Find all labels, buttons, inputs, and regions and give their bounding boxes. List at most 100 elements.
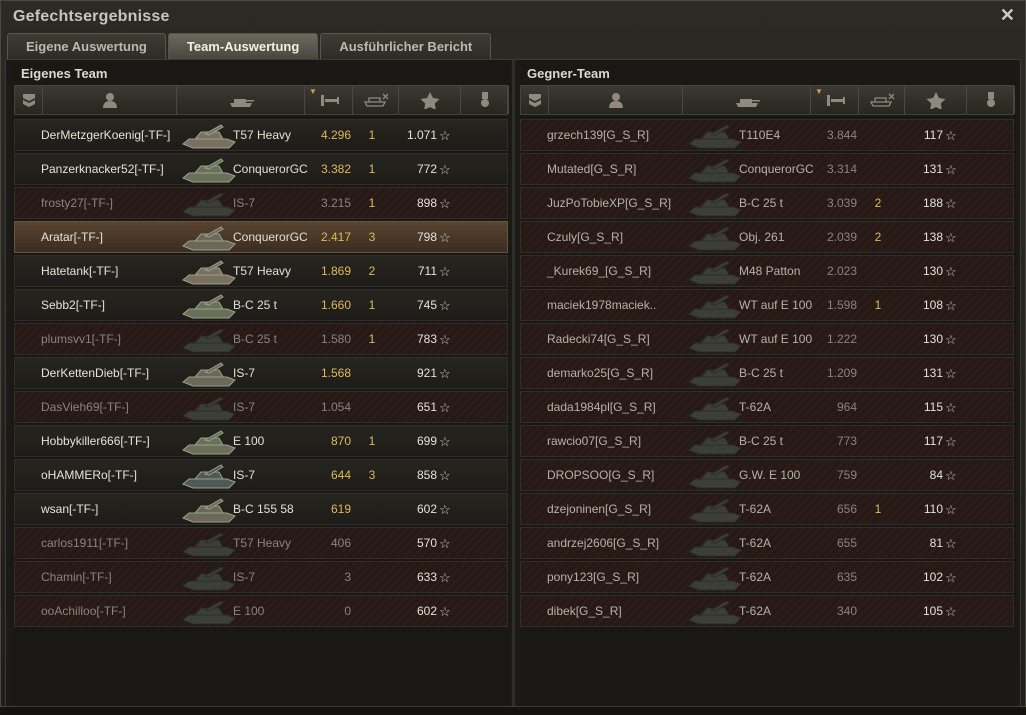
star-icon: ☆ [439,128,451,143]
star-icon: ☆ [945,366,957,381]
player-name: frosty27[-TF-] [41,196,114,210]
tank-name: B-C 25 t [739,196,784,210]
damage-value: 117 [923,128,943,142]
experience-value: 656 [836,502,857,516]
table-row[interactable]: dibek[G_S_R] T-62A 340 105 ☆ [520,595,1014,627]
table-row[interactable]: andrzej2606[G_S_R] T-62A 655 81 ☆ [520,527,1014,559]
tank-icon [179,428,239,456]
star-icon: ☆ [945,128,957,143]
tank-icon [733,91,761,109]
tab-detailed-report[interactable]: Ausführlicher Bericht [320,33,492,59]
experience-value: 2.023 [826,264,857,278]
player-icon [96,91,124,109]
enemy-team-header-player-column[interactable] [549,86,683,114]
table-row[interactable]: pony123[G_S_R] T-62A 635 102 ☆ [520,561,1014,593]
player-name: rawcio07[G_S_R] [547,434,642,448]
table-row[interactable]: dada1984pl[G_S_R] T-62A 964 115 ☆ [520,391,1014,423]
tank-icon [179,462,239,490]
table-row[interactable]: wsan[-TF-] B-C 155 58 619 602 ☆ [14,493,508,525]
player-name: JuzPoTobieXP[G_S_R] [547,196,672,210]
medal-icon [977,91,1005,109]
enemy-team-header-rank-column[interactable] [521,86,549,114]
tank-icon [685,530,745,558]
table-row[interactable]: rawcio07[G_S_R] B-C 25 t 773 117 ☆ [520,425,1014,457]
experience-value: 644 [330,468,351,482]
table-row[interactable]: DerKettenDieb[-TF-] IS-7 1.568 921 ☆ [14,357,508,389]
window-title: Gefechtsergebnisse [13,8,170,25]
own-team-header-xp-column[interactable]: ▼ [305,86,353,114]
tab-own-evaluation[interactable]: Eigene Auswertung [7,33,166,59]
results-content: Eigenes Team ▼ DerMetzgerKoenig[-TF-] T57 … [5,59,1021,707]
player-name: wsan[-TF-] [41,502,99,516]
table-row[interactable]: Sebb2[-TF-] B-C 25 t 1.660 1 745 ☆ [14,289,508,321]
own-team-header-player-column[interactable] [43,86,177,114]
table-row[interactable]: Czuly[G_S_R] Obj. 261 2.039 2 138 ☆ [520,221,1014,253]
table-row[interactable]: grzech139[G_S_R] T110E4 3.844 117 ☆ [520,119,1014,151]
own-team-header-medal-column[interactable] [461,86,509,114]
table-row[interactable]: Panzerknacker52[-TF-] ConquerorGC 3.382 1 77… [14,153,508,185]
damage-value: 711 [417,264,437,278]
tab-team-evaluation[interactable]: Team-Auswertung [167,33,319,59]
table-row[interactable]: plumsvv1[-TF-] B-C 25 t 1.580 1 783 ☆ [14,323,508,355]
own-team-panel: Eigenes Team ▼ DerMetzgerKoenig[-TF-] T57 … [12,60,510,706]
enemy-team-player-list: grzech139[G_S_R] T110E4 3.844 117 ☆ Mutated[G… [520,119,1014,629]
table-row[interactable]: Aratar[-TF-] ConquerorGC 2.417 3 798 ☆ [14,221,508,253]
table-row[interactable]: Hobbykiller666[-TF-] E 100 870 1 699 ☆ [14,425,508,457]
tank-name: B-C 25 t [739,366,784,380]
table-row[interactable]: DerMetzgerKoenig[-TF-] T57 Heavy 4.296 1 1.0… [14,119,508,151]
player-name: pony123[G_S_R] [547,570,640,584]
player-name: maciek1978maciek.. [547,298,657,312]
tank-icon [685,156,745,184]
star-icon: ☆ [439,434,451,449]
star-icon [416,91,444,109]
table-row[interactable]: Chamin[-TF-] IS-7 3 633 ☆ [14,561,508,593]
enemy-team-header-xp-column[interactable]: ▼ [811,86,859,114]
enemy-team-header-kills-column[interactable] [859,86,905,114]
table-row[interactable]: _Kurek69_[G_S_R] M48 Patton 2.023 130 ☆ [520,255,1014,287]
table-row[interactable]: maciek1978maciek.. WT auf E 100 1.598 1 108 ☆ [520,289,1014,321]
tank-name: IS-7 [233,400,256,414]
tank-icon [227,91,255,109]
tank-name: WT auf E 100 [739,332,813,346]
damage-value: 81 [929,536,943,550]
tank-icon [179,360,239,388]
table-row[interactable]: dzejoninen[G_S_R] T-62A 656 1 110 ☆ [520,493,1014,525]
table-row[interactable]: DasVieh69[-TF-] IS-7 1.054 651 ☆ [14,391,508,423]
table-row[interactable]: DROPSOO[G_S_R] G.W. E 100 759 84 ☆ [520,459,1014,491]
table-row[interactable]: Hatetank[-TF-] T57 Heavy 1.869 2 711 ☆ [14,255,508,287]
table-row[interactable]: ooAchilloo[-TF-] E 100 0 602 ☆ [14,595,508,627]
kills-icon [362,91,390,109]
experience-value: 3.039 [826,196,857,210]
table-row[interactable]: demarko25[G_S_R] B-C 25 t 1.209 131 ☆ [520,357,1014,389]
table-row[interactable]: carlos1911[-TF-] T57 Heavy 406 570 ☆ [14,527,508,559]
own-team-header-rank-column[interactable] [15,86,43,114]
tank-name: ConquerorGC [739,162,814,176]
enemy-team-header-medal-column[interactable] [967,86,1015,114]
damage-value: 105 [922,604,943,618]
star-icon: ☆ [945,502,957,517]
table-row[interactable]: oHAMMERo[-TF-] IS-7 644 3 858 ☆ [14,459,508,491]
table-row[interactable]: Mutated[G_S_R] ConquerorGC 3.314 131 ☆ [520,153,1014,185]
table-row[interactable]: Radecki74[G_S_R] WT auf E 100 1.222 130 ☆ [520,323,1014,355]
player-name: ooAchilloo[-TF-] [41,604,126,618]
own-team-header-kills-column[interactable] [353,86,399,114]
xp-icon [821,91,849,109]
experience-value: 964 [836,400,857,414]
table-row[interactable]: frosty27[-TF-] IS-7 3.215 1 898 ☆ [14,187,508,219]
experience-value: 773 [836,434,857,448]
experience-value: 655 [836,536,857,550]
player-name: oHAMMERo[-TF-] [41,468,137,482]
own-team-header-tank-column[interactable] [177,86,305,114]
own-team-header-star-column[interactable] [399,86,461,114]
tank-name: B-C 25 t [233,332,278,346]
enemy-team-header-star-column[interactable] [905,86,967,114]
enemy-team-header-tank-column[interactable] [683,86,811,114]
star-icon: ☆ [439,536,451,551]
xp-icon [315,91,343,109]
tank-icon [179,258,239,286]
table-row[interactable]: JuzPoTobieXP[G_S_R] B-C 25 t 3.039 2 188 ☆ [520,187,1014,219]
tank-name: B-C 25 t [233,298,278,312]
enemy-team-panel: Gegner-Team ▼ grzech139[G_S_R] T110E4 3.844… [518,60,1016,706]
close-icon[interactable]: ✕ [1000,5,1015,26]
medal-icon [471,91,499,109]
